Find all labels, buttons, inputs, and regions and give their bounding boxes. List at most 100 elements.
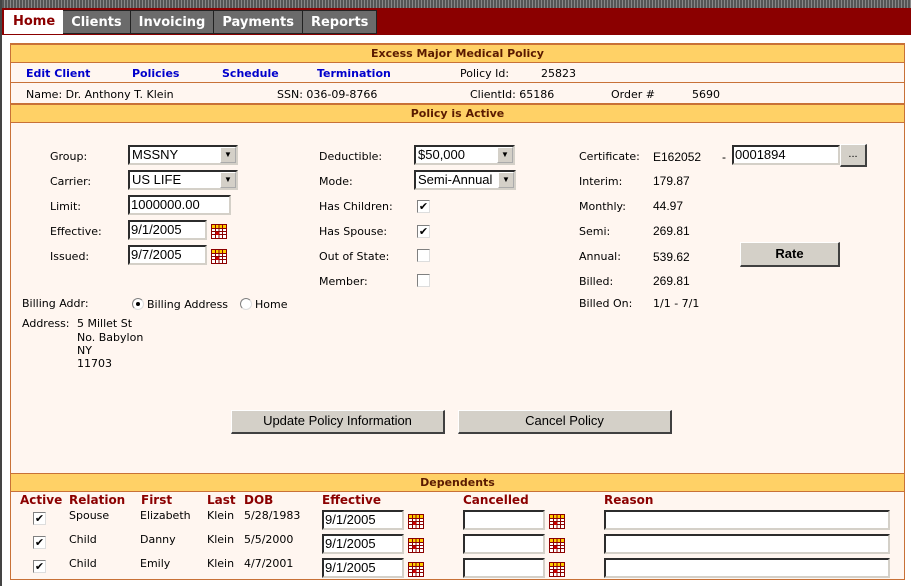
dependent-active-checkbox[interactable]: ✔ <box>33 512 46 525</box>
client-id: ClientId: 65186 <box>470 88 555 101</box>
calendar-icon[interactable] <box>211 249 227 264</box>
col-last: Last <box>207 493 236 507</box>
calendar-icon[interactable] <box>408 538 424 553</box>
has-children-checkbox[interactable]: ✔ <box>417 200 430 213</box>
browse-certificate-button[interactable]: ... <box>840 144 867 167</box>
billing-address-radio[interactable] <box>132 298 144 310</box>
policy-id-label: Policy Id: <box>460 67 510 80</box>
dependent-effective-input[interactable]: 9/1/2005 <box>322 510 404 530</box>
policy-status: Policy is Active <box>11 104 904 123</box>
calendar-icon[interactable] <box>549 514 565 529</box>
dependent-cancelled-input[interactable] <box>463 558 545 578</box>
col-effective: Effective <box>322 493 381 507</box>
dependents-title: Dependents <box>11 473 904 492</box>
interim-label: Interim: <box>579 175 623 188</box>
termination-link[interactable]: Termination <box>317 67 391 80</box>
home-address-radio[interactable] <box>240 298 252 310</box>
monthly-label: Monthly: <box>579 200 626 213</box>
dependent-dob: 4/7/2001 <box>244 557 294 570</box>
dependent-relation: Child <box>69 533 97 546</box>
deductible-select[interactable]: $50,000 ▼ <box>414 145 515 165</box>
rate-button[interactable]: Rate <box>740 242 840 267</box>
billing-address-option-label: Billing Address <box>147 298 229 311</box>
dependent-first: Danny <box>140 533 176 546</box>
dependent-cancelled-input[interactable] <box>463 534 545 554</box>
policy-id-value: 25823 <box>541 67 576 80</box>
policy-frame: Excess Major Medical Policy Edit Client … <box>10 43 905 580</box>
chevron-down-icon: ▼ <box>497 147 513 163</box>
carrier-select[interactable]: US LIFE ▼ <box>128 170 238 190</box>
billing-addr-label: Billing Addr: <box>22 297 89 310</box>
limit-label: Limit: <box>50 200 81 213</box>
mode-value: Semi-Annual <box>418 172 493 187</box>
member-checkbox[interactable] <box>417 274 430 287</box>
monthly-value: 44.97 <box>653 199 684 213</box>
address-line-1: 5 Millet St <box>77 317 133 330</box>
dependent-effective-input[interactable]: 9/1/2005 <box>322 558 404 578</box>
billed-on-label: Billed On: <box>579 297 633 310</box>
out-of-state-checkbox[interactable] <box>417 249 430 262</box>
has-spouse-checkbox[interactable]: ✔ <box>417 225 430 238</box>
certificate-prefix: E162052 <box>653 150 702 164</box>
tab-home[interactable]: Home <box>4 10 64 34</box>
chevron-down-icon: ▼ <box>220 147 236 163</box>
dependent-dob: 5/28/1983 <box>244 509 301 522</box>
tab-clients[interactable]: Clients <box>63 10 131 34</box>
billed-on-value: 1/1 - 7/1 <box>653 297 700 310</box>
dependent-active-checkbox[interactable]: ✔ <box>33 536 46 549</box>
calendar-icon[interactable] <box>549 538 565 553</box>
col-reason: Reason <box>604 493 654 507</box>
col-first: First <box>141 493 173 507</box>
dependent-reason-input[interactable] <box>604 558 890 578</box>
dependent-last: Klein <box>207 533 235 546</box>
limit-input[interactable]: 1000000.00 <box>128 195 231 215</box>
dependent-relation: Spouse <box>69 509 110 522</box>
tab-reports[interactable]: Reports <box>302 10 378 34</box>
group-select[interactable]: MSSNY ▼ <box>128 145 238 165</box>
edit-client-link[interactable]: Edit Client <box>26 67 90 80</box>
issued-date-input[interactable]: 9/7/2005 <box>128 245 207 265</box>
nav-bar: Home Clients Invoicing Payments Reports <box>2 8 911 35</box>
home-address-option-label: Home <box>255 298 288 311</box>
certificate-number-input[interactable]: 0001894 <box>732 145 840 165</box>
semi-value: 269.81 <box>653 224 690 238</box>
dependent-effective-input[interactable]: 9/1/2005 <box>322 534 404 554</box>
semi-label: Semi: <box>579 225 611 238</box>
certificate-separator: - <box>722 150 726 164</box>
nav-tabs: Home Clients Invoicing Payments Reports <box>4 10 378 34</box>
group-value: MSSNY <box>132 147 179 162</box>
tab-invoicing[interactable]: Invoicing <box>130 10 215 34</box>
calendar-icon[interactable] <box>549 562 565 577</box>
annual-label: Annual: <box>579 250 621 263</box>
mode-select[interactable]: Semi-Annual ▼ <box>414 170 516 190</box>
chevron-down-icon: ▼ <box>220 172 236 188</box>
col-cancelled: Cancelled <box>463 493 529 507</box>
calendar-icon[interactable] <box>408 514 424 529</box>
update-policy-button[interactable]: Update Policy Information <box>231 410 445 434</box>
annual-value: 539.62 <box>653 250 690 264</box>
calendar-icon[interactable] <box>408 562 424 577</box>
effective-date-input[interactable]: 9/1/2005 <box>128 220 207 240</box>
policy-links-row: Edit Client Policies Schedule Terminatio… <box>11 63 904 83</box>
col-relation: Relation <box>69 493 126 507</box>
dependent-reason-input[interactable] <box>604 534 890 554</box>
group-label: Group: <box>50 150 88 163</box>
dependent-active-checkbox[interactable]: ✔ <box>33 560 46 573</box>
has-spouse-label: Has Spouse: <box>319 225 388 238</box>
address-line-2: No. Babylon <box>77 331 144 344</box>
dependent-first: Elizabeth <box>140 509 191 522</box>
schedule-link[interactable]: Schedule <box>222 67 279 80</box>
member-label: Member: <box>319 275 368 288</box>
tab-payments[interactable]: Payments <box>214 10 303 34</box>
policies-link[interactable]: Policies <box>132 67 179 80</box>
dependent-cancelled-input[interactable] <box>463 510 545 530</box>
deductible-value: $50,000 <box>418 147 465 162</box>
col-dob: DOB <box>244 493 274 507</box>
calendar-icon[interactable] <box>211 224 227 239</box>
dependent-reason-input[interactable] <box>604 510 890 530</box>
order-value: 5690 <box>692 88 720 101</box>
billed-value: 269.81 <box>653 274 690 288</box>
cancel-policy-button[interactable]: Cancel Policy <box>458 410 672 434</box>
mode-label: Mode: <box>319 175 353 188</box>
dependent-dob: 5/5/2000 <box>244 533 294 546</box>
